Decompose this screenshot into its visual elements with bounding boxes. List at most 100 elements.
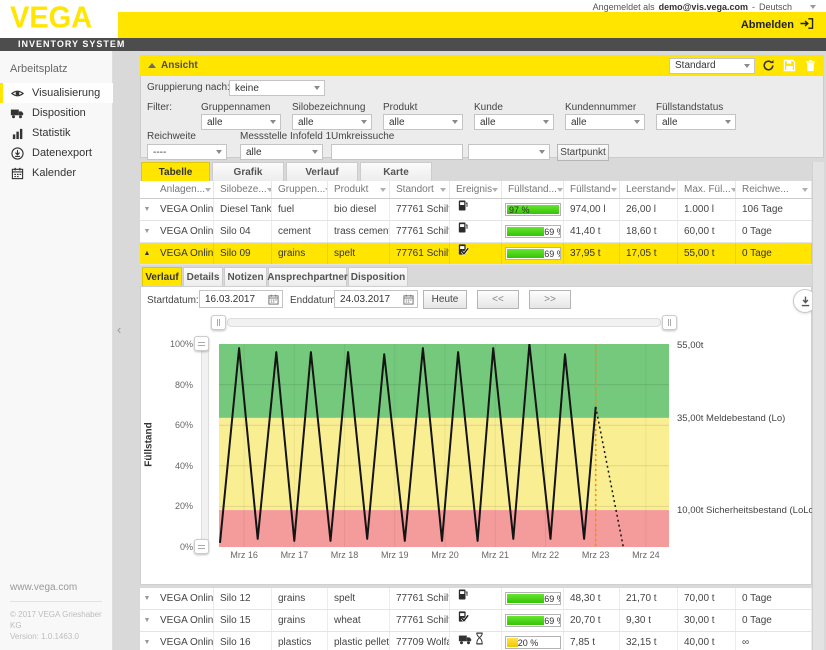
enddatum-input[interactable]: 24.03.2017 (334, 290, 418, 308)
column-header-6[interactable]: Füllstand... (502, 181, 564, 198)
cell-max-fuellstand: 70,00 t (678, 588, 736, 609)
filter-select-0[interactable]: alle (201, 114, 281, 130)
logo-block: VEGA (0, 0, 118, 38)
detail-tab-notizen[interactable]: Notizen (224, 267, 267, 286)
range-slider-right-handle[interactable] (662, 315, 677, 330)
detail-tab-details[interactable]: Details (183, 267, 223, 286)
delete-view-icon[interactable] (802, 58, 818, 74)
tab-karte[interactable]: Karte (360, 162, 432, 181)
table-row[interactable]: ▼VEGA Online...Silo 04cementtrass cement… (140, 221, 812, 243)
table-row[interactable]: ▼VEGA Online...Silo 15grainswheat77761 S… (140, 610, 812, 632)
column-menu-icon[interactable] (557, 188, 563, 192)
website-link[interactable]: www.vega.com (10, 582, 113, 593)
cell-produkt: spelt (328, 243, 390, 264)
preset-select[interactable]: Standard (669, 58, 755, 74)
column-header-10[interactable]: Reichwe... (736, 181, 812, 198)
row-expander[interactable]: ▼ (140, 588, 154, 609)
column-header-1[interactable]: Silobeze... (214, 181, 272, 198)
range-slider-track[interactable] (227, 318, 661, 327)
zoom-slider-bottom-handle[interactable] (194, 539, 209, 554)
refresh-icon[interactable] (760, 58, 776, 74)
fill-level-chart[interactable] (219, 344, 669, 547)
column-menu-icon[interactable] (380, 188, 386, 192)
sidebar-item-disposition[interactable]: Disposition (0, 103, 113, 123)
logout-button[interactable]: Abmelden (741, 17, 814, 33)
zoom-slider-top-handle[interactable] (194, 336, 209, 351)
table-row[interactable]: ▼VEGA Online...Diesel Tankfuelbio diesel… (140, 199, 812, 221)
fill-level-label: 69 % (544, 226, 561, 238)
account-line[interactable]: Angemeldet als demo@vis.vega.com - Deuts… (593, 1, 816, 12)
column-header-8[interactable]: Leerstand (620, 181, 678, 198)
sidebar-collapse-button[interactable]: ‹ (117, 322, 121, 337)
table-row[interactable]: ▼VEGA Online...Silo 12grainsspelt77761 S… (140, 588, 812, 610)
row-expander[interactable]: ▲ (140, 243, 154, 264)
account-language[interactable]: Deutsch (759, 2, 792, 12)
sidebar-item-datenexport[interactable]: Datenexport (0, 143, 113, 163)
tab-tabelle[interactable]: Tabelle (141, 162, 210, 181)
sidebar-item-statistik[interactable]: Statistik (0, 123, 113, 143)
sidebar-item-kalender[interactable]: Kalender (0, 163, 113, 183)
umkreis-select[interactable] (468, 144, 550, 160)
cell-standort: 77709 Wolfa... (390, 632, 450, 650)
column-label: Leerstand (626, 184, 670, 195)
calendar-icon[interactable] (403, 294, 414, 305)
cell-max-fuellstand: 1.000 l (678, 199, 736, 220)
cell-reichweite: 0 Tage (736, 221, 812, 242)
collapse-panel-icon[interactable] (148, 63, 156, 68)
prev-period-button[interactable]: << (477, 290, 519, 309)
row-expander[interactable]: ▼ (140, 199, 154, 220)
reichweite-select[interactable]: ---- (147, 144, 227, 160)
filter-select-5[interactable]: alle (656, 114, 736, 130)
cell-reichweite: 106 Tage (736, 199, 812, 220)
table-row[interactable]: ▲VEGA Online...Silo 09grainsspelt77761 S… (140, 243, 812, 265)
tab-grafik[interactable]: Grafik (212, 162, 284, 181)
column-header-4[interactable]: Standort (390, 181, 450, 198)
column-menu-icon[interactable] (440, 188, 446, 192)
column-header-5[interactable]: Ereignis (450, 181, 502, 198)
column-header-0[interactable]: Anlagen... (154, 181, 214, 198)
vertical-scrollbar[interactable] (812, 162, 824, 650)
hourglass-icon (475, 632, 484, 650)
column-expander (140, 181, 154, 198)
messstelle-select[interactable]: alle (240, 144, 323, 160)
column-header-7[interactable]: Füllstand (564, 181, 620, 198)
row-expander[interactable]: ▼ (140, 632, 154, 650)
startpunkt-button[interactable]: Startpunkt (557, 144, 609, 161)
detail-tab-verlauf[interactable]: Verlauf (142, 267, 182, 286)
chevron-down-icon[interactable] (810, 5, 816, 9)
column-header-9[interactable]: Max. Fül... (678, 181, 736, 198)
sidebar-item-visualisierung[interactable]: Visualisierung (0, 83, 113, 103)
tab-label: Notizen (227, 272, 263, 283)
view-panel-header[interactable]: Ansicht Standard (140, 55, 824, 76)
zoom-slider-track[interactable] (201, 338, 209, 547)
column-label: Füllstand... (508, 184, 557, 195)
startdatum-input[interactable]: 16.03.2017 (199, 290, 283, 308)
column-menu-icon[interactable] (611, 188, 617, 192)
range-slider-left-handle[interactable] (211, 315, 226, 330)
column-menu-icon[interactable] (492, 188, 498, 192)
filter-select-3[interactable]: alle (474, 114, 554, 130)
detail-tab-disposition[interactable]: Disposition (348, 267, 408, 286)
column-header-2[interactable]: Gruppen... (272, 181, 328, 198)
column-menu-icon[interactable] (205, 188, 211, 192)
grouping-select[interactable]: keine (229, 80, 325, 96)
row-expander[interactable]: ▼ (140, 221, 154, 242)
messstelle-label: Messstelle Infofeld 1 (240, 131, 331, 142)
row-expander[interactable]: ▼ (140, 610, 154, 631)
column-menu-icon[interactable] (670, 188, 676, 192)
heute-button[interactable]: Heute (423, 290, 467, 309)
vega-inventory-app: Angemeldet als demo@vis.vega.com - Deuts… (0, 0, 826, 650)
column-menu-icon[interactable] (802, 188, 808, 192)
filter-select-4[interactable]: alle (565, 114, 645, 130)
column-header-3[interactable]: Produkt (328, 181, 390, 198)
filter-select-1[interactable]: alle (292, 114, 372, 130)
tab-label: Karte (383, 167, 409, 178)
detail-tab-ansprechpartner[interactable]: Ansprechpartner (268, 267, 347, 286)
next-period-button[interactable]: >> (529, 290, 571, 309)
filter-select-2[interactable]: alle (383, 114, 463, 130)
save-view-icon[interactable] (781, 58, 797, 74)
table-row[interactable]: ▼VEGA Online...Silo 16plasticsplastic pe… (140, 632, 812, 650)
tab-verlauf[interactable]: Verlauf (286, 162, 358, 181)
umkreissuche-input[interactable] (331, 144, 463, 160)
calendar-icon[interactable] (268, 294, 279, 305)
